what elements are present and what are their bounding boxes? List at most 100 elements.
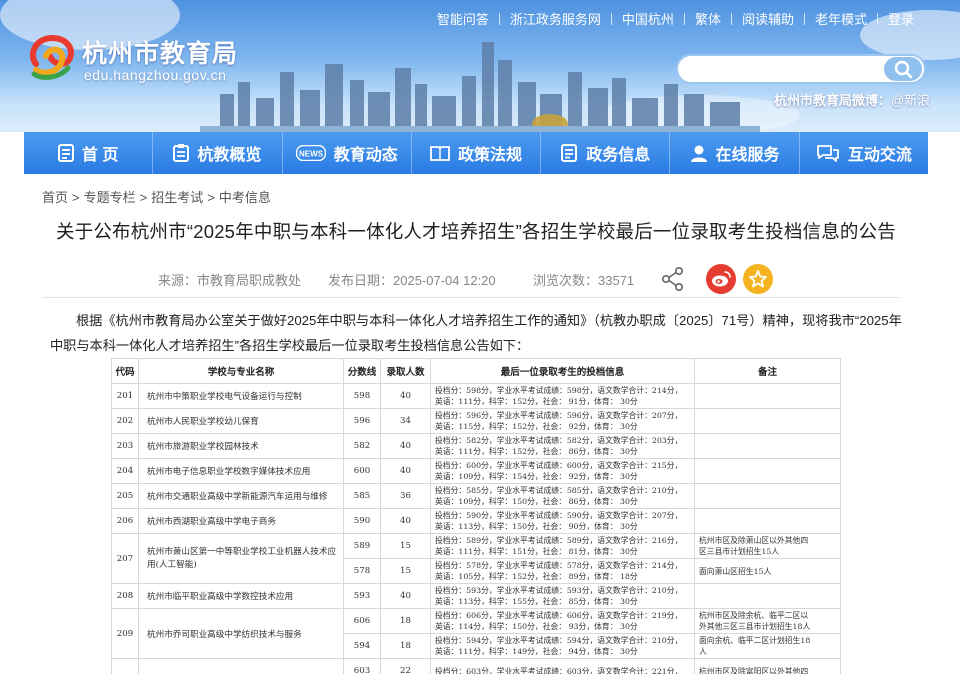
cell-last-info: 投档分：594分，学业水平考试成绩：594分，语文数学合计：210分， 英语：11… [430,633,695,659]
cell-code: 203 [111,433,139,459]
star-icon [749,270,767,288]
cell-note [694,383,841,409]
search-input[interactable] [692,60,882,80]
cell-score-line: 603 [343,658,381,674]
article-title: 关于公布杭州市“2025年中职与本科一体化人才培养招生”各招生学校最后一位录取考… [55,221,897,242]
divider [42,297,900,298]
info-line: 投档分：582分，学业水平考试成绩：582分，语文数学合计：203分， [435,436,683,445]
col-header-code: 代码 [111,358,139,384]
cell-admitted: 18 [380,608,431,634]
info-line: 投档分：603分，学业水平考试成绩：603分，语文数学合计：221分， [435,666,683,674]
news-icon: NEWS [295,145,326,161]
info-line: 英语：111分，科学：152分，社会： 86分，体育： 30分 [435,447,638,456]
col-header-last-info: 最后一位录取考生的投档信息 [430,358,695,384]
nav-item-home[interactable]: 首 页 [24,132,154,174]
cell-last-info: 投档分：578分，学业水平考试成绩：578分，语文数学合计：214分， 英语：10… [430,558,695,584]
info-line: 英语：113分，科学：155分，社会： 85分，体育： 30分 [435,597,638,606]
table-row: 209 杭州市乔司职业高级中学纺织技术与服务 606 18 投档分：606分，学… [111,608,841,659]
breadcrumb-exams[interactable]: 招生考试 [151,190,203,205]
city-skyline-illustration [200,42,760,132]
nav-item-overview[interactable]: 杭教概览 [153,132,283,174]
top-link-elder-mode[interactable]: 老年模式 [805,9,877,28]
cell-school: 杭州市人民职业学校幼儿保育 [138,408,344,434]
cell-code: 202 [111,408,139,434]
admission-table: 代码 学校与专业名称 分数线 录取人数 最后一位录取考生的投档信息 备注 201… [111,358,841,674]
top-link-smart-qa[interactable]: 智能问答 [427,9,499,28]
cell-score-line: 598 [343,383,381,409]
cell-code: 209 [111,608,139,659]
cell-score-line: 600 [343,458,381,484]
article-intro: 根据《杭州市教育局办公室关于做好2025年中职与本科一体化人才培养招生工作的通知… [50,313,902,353]
cell-school: 杭州市西湖职业高级中学电子商务 [138,508,344,534]
cell-admitted: 40 [380,458,431,484]
info-line: 英语：111分，科学：152分，社会： 91分，体育： 30分 [435,397,638,406]
cell-last-info: 投档分：596分，学业水平考试成绩：596分，语文数学合计：207分， 英语：11… [430,408,695,434]
search-box [676,54,926,84]
note-line: 杭州市区及除富阳区以外其他四 [699,666,809,674]
cell-code: 207 [111,533,139,584]
top-link-zj-gov-service[interactable]: 浙江政务服务网 [500,9,611,28]
top-link-china-hangzhou[interactable]: 中国杭州 [612,9,684,28]
breadcrumb-zhongkao[interactable]: 中考信息 [219,190,271,205]
site-header: 杭州市教育局 edu.hangzhou.gov.cn 智能问答 浙江政务服务网 … [0,0,960,132]
cell-score-line: 590 [343,508,381,534]
cell-score-line: 585 [343,483,381,509]
top-links: 智能问答 浙江政务服务网 中国杭州 繁体 阅读辅助 老年模式 登录 [427,9,924,28]
cell-school: 杭州市旅游职业学校园林技术 [138,433,344,459]
weibo-icon [712,271,731,287]
cell-score-line: 606 [343,608,381,634]
share-icon[interactable] [660,266,686,292]
nav-label: 政务信息 [586,147,651,164]
nav-item-interaction[interactable]: 互动交流 [800,132,928,174]
weibo-share-button[interactable] [706,264,736,294]
breadcrumb-separator: > [72,190,80,205]
cell-code: 204 [111,458,139,484]
breadcrumb-home[interactable]: 首页 [42,190,68,205]
info-line: 投档分：594分，学业水平考试成绩：594分，语文数学合计：210分， [435,636,683,645]
col-header-admitted: 录取人数 [380,358,431,384]
hangzhou-education-logo-icon [29,34,74,80]
note-line: 面向萧山区招生15人 [699,566,772,576]
note-line: 杭州市区及除余杭、临平二区以 [699,611,809,620]
top-link-traditional[interactable]: 繁体 [685,9,731,28]
cell-score-line: 578 [343,558,381,584]
nav-item-policy[interactable]: 政策法规 [412,132,542,174]
cell-code [111,658,139,674]
note-line: 人 [699,647,707,656]
home-doc-icon [57,144,74,162]
cell-admitted: 15 [380,533,431,559]
nav-item-news[interactable]: NEWS 教育动态 [283,132,412,174]
nav-item-online-service[interactable]: 在线服务 [670,132,800,174]
breadcrumb-topics[interactable]: 专题专栏 [84,190,136,205]
cell-note: 面向余杭、临平二区计划招生18 人 [694,633,841,659]
table-row: 205 杭州市交通职业高级中学新能源汽车运用与维修 585 36 投档分：585… [111,483,841,509]
favorite-button[interactable] [743,264,773,294]
top-link-reading-aid[interactable]: 阅读辅助 [732,9,804,28]
cell-note [694,508,841,534]
cell-school: 杭州市乔司职业高级中学纺织技术与服务 [138,608,344,659]
cell-admitted: 40 [380,433,431,459]
book-icon [430,146,450,161]
cell-admitted: 40 [380,583,431,609]
note-line: 区三县市计划招生15人 [699,547,780,556]
info-line: 投档分：596分，学业水平考试成绩：596分，语文数学合计：207分， [435,411,683,420]
cell-code: 205 [111,483,139,509]
top-link-login[interactable]: 登录 [878,9,924,28]
cell-admitted: 40 [380,383,431,409]
article-meta: 来源：市教育局职成教处 发布日期：2025-07-04 12:20 浏览次数：3… [34,264,918,294]
note-line: 杭州市区及除萧山区以外其他四 [699,536,809,545]
cell-admitted: 34 [380,408,431,434]
cell-score-line: 593 [343,583,381,609]
nav-label: 首 页 [81,147,119,164]
document-icon [561,144,578,162]
info-line: 英语：114分，科学：150分，社会： 93分，体育： 30分 [435,622,638,631]
weibo-label: 杭州市教育局微博： [774,93,892,108]
weibo-handle-link[interactable]: @新浪 [891,93,930,108]
info-line: 英语：115分，科学：152分，社会： 92分，体育： 30分 [435,422,638,431]
nav-item-gov-info[interactable]: 政务信息 [541,132,671,174]
cell-admitted: 40 [380,508,431,534]
breadcrumb-separator: > [207,190,215,205]
chat-bubbles-icon [816,145,839,162]
cell-note [694,483,841,509]
search-button[interactable] [884,57,922,81]
